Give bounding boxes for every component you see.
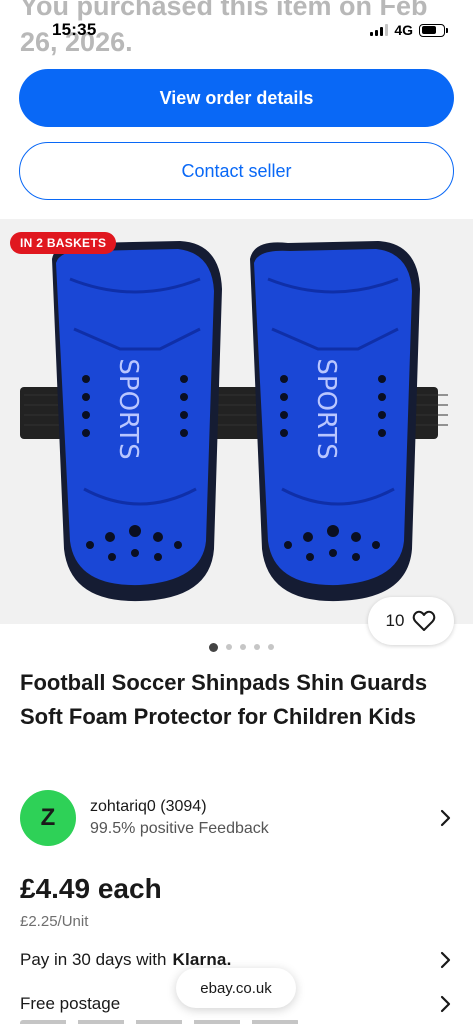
- heart-icon: [413, 610, 436, 631]
- klarna-text: Pay in 30 days with: [20, 950, 167, 969]
- delivery-estimate-cut: [20, 1018, 300, 1024]
- chevron-right-icon: [440, 951, 451, 969]
- signal-icon: [370, 24, 389, 36]
- carousel-indicator: [0, 642, 473, 652]
- watch-count: 10: [385, 611, 405, 630]
- in-baskets-badge: IN 2 BASKETS: [10, 232, 117, 254]
- carousel-dot: [209, 642, 218, 652]
- sports-print-left: SPORTS: [113, 358, 143, 459]
- carousel-dot: [226, 644, 232, 650]
- network-type: 4G: [394, 22, 413, 38]
- browser-url-bar[interactable]: ebay.co.uk: [176, 968, 296, 1008]
- shin-guards-image: SPORTS SPORTS: [20, 241, 448, 602]
- postage-text: Free postage: [20, 994, 121, 1013]
- sports-print-right: SPORTS: [311, 358, 341, 459]
- seller-row[interactable]: Z zohtariq0 (3094) 99.5% positive Feedba…: [20, 790, 455, 846]
- watch-button[interactable]: 10: [368, 597, 454, 645]
- klarna-logo: Klarna.: [172, 950, 232, 969]
- battery-icon: [419, 23, 448, 37]
- view-order-details-button[interactable]: View order details: [19, 69, 454, 127]
- carousel-dot: [268, 644, 274, 650]
- seller-feedback: 99.5% positive Feedback: [90, 820, 269, 837]
- carousel-dot: [240, 644, 246, 650]
- item-price: £4.49 each: [20, 873, 162, 904]
- status-time: 15:35: [52, 20, 97, 39]
- chevron-right-icon: [440, 995, 451, 1013]
- seller-avatar: Z: [20, 790, 76, 846]
- listing-title: Football Soccer Shinpads Shin Guards Sof…: [20, 670, 428, 729]
- seller-name: zohtariq0 (3094): [90, 798, 207, 815]
- contact-seller-button[interactable]: Contact seller: [19, 142, 454, 200]
- carousel-dot: [254, 644, 260, 650]
- chevron-right-icon: [440, 809, 451, 827]
- unit-price: £2.25/Unit: [20, 913, 89, 930]
- product-image-gallery[interactable]: SPORTS SPORTS: [0, 219, 473, 624]
- status-indicators: 4G: [370, 22, 448, 38]
